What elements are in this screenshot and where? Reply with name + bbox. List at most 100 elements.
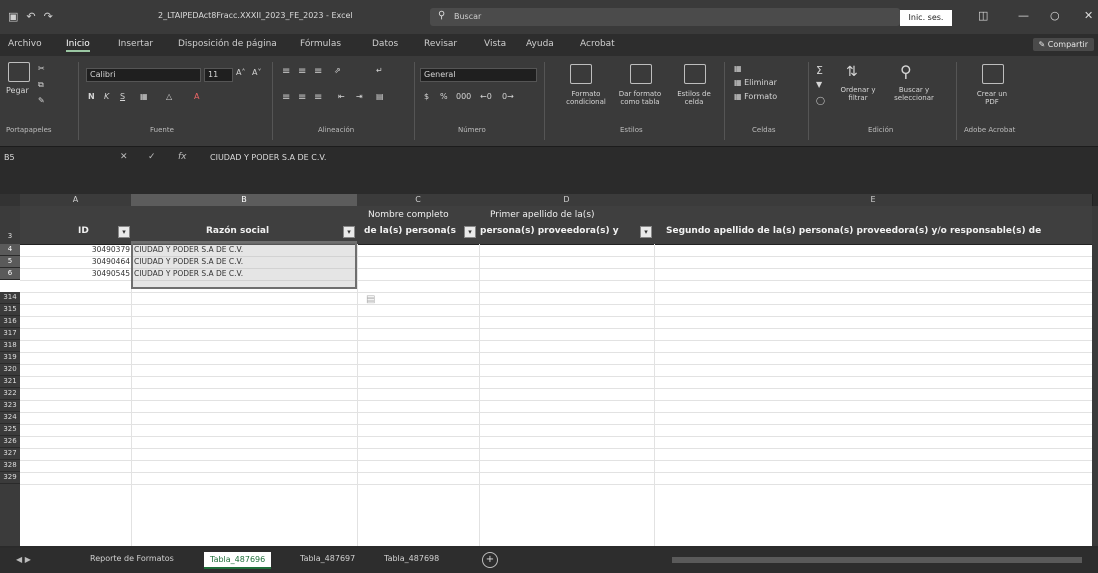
cancel-icon[interactable]: ✕ xyxy=(120,152,128,162)
align-right-icon[interactable]: ≡ xyxy=(314,92,322,103)
sheet-tab[interactable]: Tabla_487697 xyxy=(300,554,355,563)
tab-acrobat[interactable]: Acrobat xyxy=(580,39,615,49)
sign-in-button[interactable]: Inic. ses. xyxy=(900,10,952,26)
minimize-icon[interactable]: — xyxy=(1018,9,1029,22)
cell-id[interactable]: 30490545 xyxy=(80,268,130,279)
maximize-icon[interactable]: ○ xyxy=(1050,9,1060,22)
number-format-select[interactable]: General xyxy=(420,68,537,82)
merge-center-icon[interactable]: ▤ xyxy=(376,92,384,101)
wrap-text-icon[interactable]: ↵ xyxy=(376,66,383,75)
undo-icon[interactable]: ↶ xyxy=(26,10,35,23)
format-table-button[interactable]: Dar formato como tabla xyxy=(610,90,670,106)
row-number[interactable]: 321 xyxy=(0,376,20,388)
vertical-scrollbar[interactable] xyxy=(1092,206,1098,546)
tab-vista[interactable]: Vista xyxy=(484,39,506,49)
decrease-decimal-icon[interactable]: 0→ xyxy=(502,92,514,101)
row-number[interactable]: 327 xyxy=(0,448,20,460)
search-box[interactable]: ⚲ Buscar xyxy=(430,8,900,26)
delete-cells-button[interactable]: ▦ Eliminar xyxy=(734,78,777,87)
tab-insertar[interactable]: Insertar xyxy=(118,39,153,49)
insert-function-icon[interactable]: fx xyxy=(178,152,187,162)
row-number[interactable]: 317 xyxy=(0,328,20,340)
format-cells-button[interactable]: ▦ Formato xyxy=(734,92,777,101)
cut-icon[interactable]: ✂ xyxy=(38,64,45,73)
fill-color-icon[interactable]: △ xyxy=(166,92,172,101)
row-number[interactable]: 315 xyxy=(0,304,20,316)
borders-icon[interactable]: ▦ xyxy=(140,92,148,101)
indent-icon[interactable]: ⇤ xyxy=(338,92,345,101)
share-button[interactable]: ✎ Compartir xyxy=(1032,38,1094,51)
tab-archivo[interactable]: Archivo xyxy=(8,39,42,49)
orientation-icon[interactable]: ⇗ xyxy=(334,66,341,75)
tab-formulas[interactable]: Fórmulas xyxy=(300,39,341,49)
column-header-a[interactable]: A xyxy=(20,194,132,206)
column-header-b[interactable]: B xyxy=(131,194,358,206)
name-box[interactable]: B5 xyxy=(4,151,64,165)
autosum-icon[interactable]: Σ xyxy=(816,64,823,77)
copy-icon[interactable]: ⧉ xyxy=(38,80,44,90)
column-header-c[interactable]: C xyxy=(357,194,480,206)
cell-id[interactable]: 30490464 xyxy=(80,256,130,267)
tab-inicio[interactable]: Inicio xyxy=(66,39,90,52)
conditional-format-button[interactable]: Formato condicional xyxy=(556,90,616,106)
filter-dropdown-icon[interactable]: ▾ xyxy=(464,226,476,238)
create-pdf-icon[interactable] xyxy=(982,64,1004,84)
percent-icon[interactable]: % xyxy=(440,92,448,101)
cell-styles-icon[interactable] xyxy=(684,64,706,84)
row-number[interactable]: 329 xyxy=(0,472,20,484)
italic-button[interactable]: K xyxy=(104,92,109,101)
align-top-icon[interactable]: ≡ xyxy=(282,66,290,77)
sheet-tab-active[interactable]: Tabla_487696 xyxy=(204,552,272,569)
conditional-format-icon[interactable] xyxy=(570,64,592,84)
increase-decimal-icon[interactable]: ←0 xyxy=(480,92,492,101)
insert-cells-icon[interactable]: ▦ xyxy=(734,64,742,73)
align-middle-icon[interactable]: ≡ xyxy=(298,66,306,77)
font-color-icon[interactable]: A xyxy=(194,92,199,101)
shrink-font-icon[interactable]: A˅ xyxy=(252,68,261,77)
tab-revisar[interactable]: Revisar xyxy=(424,39,457,49)
find-select-icon[interactable]: ⚲ xyxy=(900,62,912,81)
row-number[interactable]: 319 xyxy=(0,352,20,364)
bold-button[interactable]: N xyxy=(88,92,95,101)
row-number[interactable]: 323 xyxy=(0,400,20,412)
close-icon[interactable]: ✕ xyxy=(1084,9,1093,22)
fill-icon[interactable]: ▼ xyxy=(816,80,822,89)
paste-icon[interactable] xyxy=(8,62,30,82)
underline-button[interactable]: S xyxy=(120,92,125,101)
outdent-icon[interactable]: ⇥ xyxy=(356,92,363,101)
clear-icon[interactable]: ◯ xyxy=(816,96,825,105)
ribbon-display-icon[interactable]: ◫ xyxy=(978,9,988,22)
currency-icon[interactable]: $ xyxy=(424,92,429,101)
save-icon[interactable]: ▣ xyxy=(8,10,18,23)
column-header-e[interactable]: E xyxy=(654,194,1093,206)
format-painter-icon[interactable]: ✎ xyxy=(38,96,45,105)
formula-input[interactable]: CIUDAD Y PODER S.A DE C.V. xyxy=(210,153,326,162)
create-pdf-button[interactable]: Crear un PDF xyxy=(972,90,1012,106)
column-header-d[interactable]: D xyxy=(479,194,655,206)
sort-filter-button[interactable]: Ordenar y filtrar xyxy=(836,86,880,102)
row-number[interactable]: 4 xyxy=(0,244,20,256)
tab-datos[interactable]: Datos xyxy=(372,39,398,49)
sheet-nav-arrows-icon[interactable]: ◀ ▶ xyxy=(16,555,31,564)
row-number[interactable]: 6 xyxy=(0,268,20,280)
cell-id[interactable]: 30490379 xyxy=(80,244,130,255)
font-size-select[interactable]: 11 xyxy=(204,68,233,82)
row-number[interactable]: 326 xyxy=(0,436,20,448)
enter-icon[interactable]: ✓ xyxy=(148,152,156,162)
row-number[interactable]: 320 xyxy=(0,364,20,376)
row-number[interactable]: 314 xyxy=(0,292,20,304)
row-number[interactable]: 324 xyxy=(0,412,20,424)
row-number[interactable]: 325 xyxy=(0,424,20,436)
add-sheet-icon[interactable]: + xyxy=(482,552,498,568)
filter-dropdown-icon[interactable]: ▾ xyxy=(343,226,355,238)
filter-dropdown-icon[interactable]: ▾ xyxy=(118,226,130,238)
grow-font-icon[interactable]: A˄ xyxy=(236,68,245,77)
quick-analysis-icon[interactable]: ▤ xyxy=(366,294,375,305)
row-number[interactable]: 316 xyxy=(0,316,20,328)
cell-styles-button[interactable]: Estilos de celda xyxy=(668,90,720,106)
row-number[interactable]: 318 xyxy=(0,340,20,352)
align-left-icon[interactable]: ≡ xyxy=(282,92,290,103)
format-table-icon[interactable] xyxy=(630,64,652,84)
cell-razon-social[interactable]: CIUDAD Y PODER S.A DE C.V. xyxy=(132,244,243,255)
find-select-button[interactable]: Buscar y seleccionar xyxy=(884,86,944,102)
